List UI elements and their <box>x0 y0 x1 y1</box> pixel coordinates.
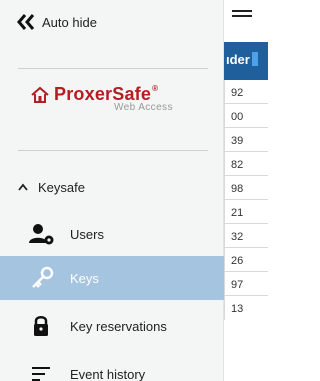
divider <box>18 150 208 151</box>
double-chevron-left-icon <box>17 14 35 30</box>
table-column-header[interactable]: ıder <box>224 42 268 80</box>
table-body: 92 00 39 82 98 21 32 26 97 13 <box>224 80 268 320</box>
table-row[interactable]: 82 <box>224 152 268 176</box>
auto-hide-label: Auto hide <box>42 14 97 30</box>
hamburger-menu-icon[interactable] <box>232 10 252 24</box>
key-icon <box>32 266 54 288</box>
table-row[interactable]: 26 <box>224 248 268 272</box>
table-row[interactable]: 92 <box>224 80 268 104</box>
logo-subtitle: Web Access <box>114 102 173 113</box>
house-logo-icon <box>31 86 49 103</box>
auto-hide-button[interactable]: Auto hide <box>16 11 97 33</box>
history-list-icon <box>32 367 50 381</box>
table-row[interactable]: 98 <box>224 176 268 200</box>
table-row[interactable]: 97 <box>224 272 268 296</box>
lock-icon <box>34 316 48 336</box>
table-row[interactable]: 32 <box>224 224 268 248</box>
sort-icon <box>251 52 258 66</box>
chevron-up-icon <box>18 183 28 191</box>
sidebar-item-label: Key reservations <box>70 318 167 334</box>
sidebar-item-event-history[interactable]: Event history <box>0 352 224 381</box>
sidebar-item-key-reservations[interactable]: Key reservations <box>0 304 224 348</box>
column-header-label: ıder <box>226 52 250 67</box>
section-keysafe-toggle[interactable]: Keysafe <box>18 176 85 198</box>
user-gear-icon <box>29 224 54 245</box>
sidebar-item-keys[interactable]: Keys <box>0 256 224 300</box>
sidebar-item-label: Keys <box>70 270 99 286</box>
section-label: Keysafe <box>38 179 85 195</box>
divider <box>18 68 208 69</box>
sidebar-item-label: Users <box>70 226 104 242</box>
table-row[interactable]: 13 <box>224 296 268 320</box>
table-row[interactable]: 21 <box>224 200 268 224</box>
sidebar-item-users[interactable]: Users <box>0 212 224 256</box>
sidebar-item-label: Event history <box>70 366 146 381</box>
table-row[interactable]: 39 <box>224 128 268 152</box>
sidebar: Auto hide ProxerSafe® Web Access Keysafe… <box>0 0 224 381</box>
table-row[interactable]: 00 <box>224 104 268 128</box>
proxersafe-logo: ProxerSafe® Web Access <box>30 84 210 116</box>
